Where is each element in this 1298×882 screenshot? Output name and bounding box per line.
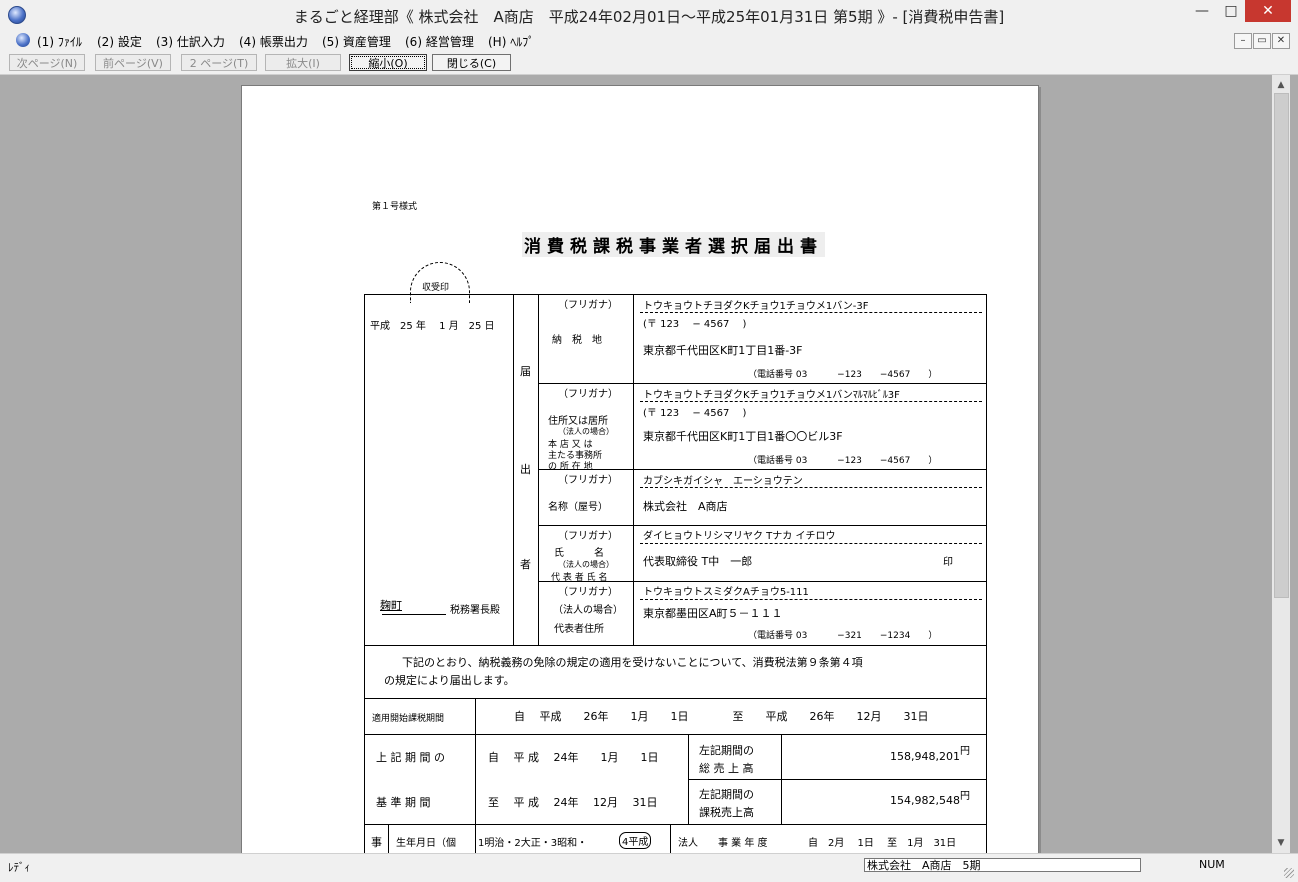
tax-place-zip: (〒 123 − 4567 ): [643, 319, 747, 330]
preview-toolbar: 次ページ(N) 前ページ(V) 2 ページ(T) 拡大(I) 縮小(O) 閉じる…: [0, 52, 1298, 75]
base-period-label-2: 基 準 期 間: [376, 796, 431, 809]
tax-office-name: 麹町: [380, 599, 402, 612]
notice-line-1: 下記のとおり、納税義務の免除の規定の適用を受けないことについて、消費税法第９条第…: [402, 656, 863, 669]
form-number: 第１号様式: [372, 202, 418, 212]
tax-office-suffix: 税務署長殿: [450, 605, 500, 616]
status-bar: ﾚﾃﾞｨ 株式会社 A商店 5期 NUM: [0, 853, 1298, 882]
applicant-char-3: 者: [520, 558, 531, 571]
address-zip: (〒 123 − 4567 ): [643, 408, 747, 419]
taxable-sales-value: 154,982,548: [890, 794, 960, 807]
scroll-down-icon[interactable]: ▼: [1272, 835, 1290, 851]
tax-place-label: 納 税 地: [552, 335, 602, 346]
title-bar: まるごと経理部《 株式会社 A商店 平成24年02月01日～平成25年01月31…: [0, 0, 1298, 31]
total-sales-value: 158,948,201: [890, 750, 960, 763]
document-title: 消費税課税事業者選択届出書: [522, 232, 825, 257]
menu-report-output[interactable]: (4) 帳票出力: [239, 33, 308, 50]
vertical-scrollbar[interactable]: ▲ ▼: [1272, 75, 1290, 853]
notice-line-2: の規定により届出します。: [384, 674, 515, 687]
next-page-button[interactable]: 次ページ(N): [9, 54, 85, 71]
mdi-close-button[interactable]: ✕: [1272, 33, 1290, 49]
menu-bar: (1) ﾌｧｲﾙ (2) 設定 (3) 仕訳入力 (4) 帳票出力 (5) 資産…: [0, 30, 1298, 52]
scrollbar-thumb[interactable]: [1274, 93, 1289, 598]
document-menu-icon[interactable]: [16, 33, 30, 47]
seal-mark: 印: [943, 557, 953, 568]
tax-place-kana: トウキョウトチヨダクKチョウ1チョウメ1バン-3F: [643, 301, 869, 312]
menu-business-management[interactable]: (6) 経営管理: [405, 33, 474, 50]
menu-asset-management[interactable]: (5) 資産管理: [322, 33, 391, 50]
furigana-label: （フリガナ）: [558, 300, 618, 311]
era-heisei-selected: 4平成: [619, 832, 652, 849]
rep-address-label-corp: （法人の場合）: [553, 605, 623, 616]
resize-grip-icon[interactable]: [1284, 868, 1294, 878]
status-company: 株式会社 A商店 5期: [864, 858, 1141, 872]
trade-name-kana: カブシキガイシャ エーショウテン: [643, 476, 803, 487]
rep-address-kana: トウキョウトスミダクAチョウ5-111: [643, 587, 809, 598]
status-ready: ﾚﾃﾞｨ: [8, 861, 30, 874]
application-period-value: 自 平成 26年 1月 1日 至 平成 26年 12月 31日: [514, 710, 929, 723]
corporation-label: 法人: [678, 838, 698, 849]
scroll-up-icon[interactable]: ▲: [1272, 77, 1290, 93]
representative-kana: ダイヒョウトリシマリヤク Tナカ イチロウ: [643, 531, 836, 542]
tax-place-address: 東京都千代田区K町1丁目1番-3F: [643, 344, 803, 357]
rep-address-value: 東京都墨田区A町５－１１１: [643, 607, 783, 620]
representative-name-label: 氏 名: [554, 548, 604, 559]
document-page: 第１号様式 消費税課税事業者選択届出書 収受印 平成 25 年 1 月 25 日…: [241, 85, 1039, 853]
business-label: 事: [371, 836, 382, 849]
rep-address-phone: （電話番号 03 −321 −1234 ）: [748, 631, 938, 641]
address-label-corp: （法人の場合）: [558, 427, 614, 436]
tax-place-phone: （電話番号 03 −123 −4567 ）: [748, 370, 938, 380]
base-period-to: 至 平 成 24年 12月 31日: [488, 796, 658, 809]
representative-name-label-corp: （法人の場合）: [558, 560, 614, 569]
furigana-label: （フリガナ）: [558, 389, 618, 400]
base-period-label-1: 上 記 期 間 の: [376, 751, 445, 764]
zoom-in-button[interactable]: 拡大(I): [265, 54, 341, 71]
trade-name-label: 名称（屋号）: [548, 502, 608, 513]
furigana-label: （フリガナ）: [558, 587, 618, 598]
window-title: まるごと経理部《 株式会社 A商店 平成24年02月01日～平成25年01月31…: [293, 8, 1005, 26]
applicant-char-2: 出: [520, 463, 531, 476]
close-preview-button[interactable]: 閉じる(C): [432, 54, 511, 71]
zoom-out-button[interactable]: 縮小(O): [349, 54, 427, 71]
trade-name-value: 株式会社 A商店: [643, 500, 728, 513]
preview-area: 第１号様式 消費税課税事業者選択届出書 収受印 平成 25 年 1 月 25 日…: [0, 75, 1272, 853]
fiscal-year-value: 自 2月 1日 至 1月 31日: [808, 838, 957, 849]
mdi-minimize-button[interactable]: –: [1234, 33, 1252, 49]
address-label: 住所又は居所: [548, 416, 608, 427]
furigana-label: （フリガナ）: [558, 531, 618, 542]
rep-address-label: 代表者住所: [554, 624, 604, 635]
base-period-from: 自 平 成 24年 1月 1日: [488, 751, 659, 764]
era-options: 1明治・2大正・3昭和・: [478, 838, 588, 849]
maximize-button[interactable]: □: [1217, 0, 1245, 22]
receipt-stamp-label: 収受印: [422, 283, 450, 293]
taxable-sales-label-2: 課税売上高: [699, 806, 754, 819]
representative-name-label-title: 代 表 者 氏 名: [551, 573, 608, 583]
mdi-restore-button[interactable]: ▭: [1253, 33, 1271, 49]
status-numlock: NUM: [1199, 858, 1225, 871]
menu-journal-entry[interactable]: (3) 仕訳入力: [156, 33, 225, 50]
total-sales-label-1: 左記期間の: [699, 744, 754, 757]
menu-settings[interactable]: (2) 設定: [97, 33, 142, 50]
taxable-sales-label-1: 左記期間の: [699, 788, 754, 801]
total-sales-label-2: 総 売 上 高: [699, 762, 754, 775]
birthdate-label: 生年月日（個: [396, 838, 456, 849]
address-phone: （電話番号 03 −123 −4567 ）: [748, 456, 938, 466]
yen-unit: 円: [960, 746, 970, 757]
applicant-char-1: 届: [520, 365, 531, 378]
close-window-button[interactable]: ✕: [1245, 0, 1291, 22]
prev-page-button[interactable]: 前ページ(V): [95, 54, 171, 71]
representative-name: 代表取締役 T中 一郎: [643, 555, 753, 568]
address-kana: トウキョウトチヨダクKチョウ1チョウメ1バンﾏﾙﾏﾙﾋﾞﾙ3F: [643, 390, 900, 401]
menu-file[interactable]: (1) ﾌｧｲﾙ: [37, 33, 82, 50]
minimize-button[interactable]: —: [1187, 0, 1217, 22]
furigana-label: （フリガナ）: [558, 475, 618, 486]
page-number-button[interactable]: 2 ページ(T): [181, 54, 257, 71]
menu-help[interactable]: (H) ﾍﾙﾌﾟ: [488, 33, 534, 50]
submission-date: 平成 25 年 1 月 25 日: [370, 321, 495, 332]
yen-unit: 円: [960, 791, 970, 802]
application-period-label: 適用開始課税期間: [372, 714, 445, 724]
fiscal-year-label: 事 業 年 度: [718, 838, 768, 849]
address-value: 東京都千代田区K町1丁目1番〇〇ビル3F: [643, 430, 843, 443]
